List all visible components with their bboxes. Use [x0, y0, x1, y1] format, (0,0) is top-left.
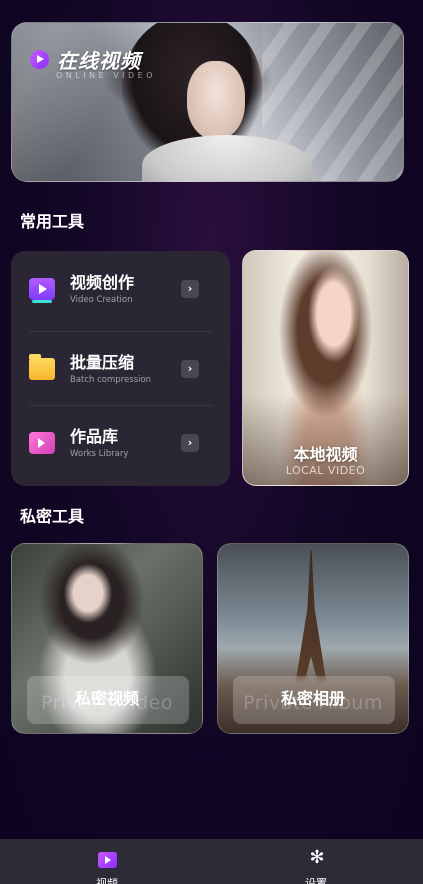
tool-label: 作品库 — [70, 427, 119, 446]
nav-label: 设置 — [305, 877, 327, 884]
folder-icon — [29, 354, 55, 380]
tool-label: 视频创作 — [70, 273, 135, 292]
private-video-title: 私密视频 — [74, 689, 139, 708]
private-album-card[interactable]: Private Album 私密相册 — [217, 543, 409, 734]
bottom-nav: 视频 ✻ 设置 — [0, 839, 423, 884]
tool-sublabel: Works Library — [70, 449, 129, 459]
chevron-right-icon[interactable]: › — [181, 434, 199, 452]
chevron-right-icon[interactable]: › — [181, 280, 199, 298]
play-icon — [30, 50, 49, 69]
common-tools-title: 常用工具 — [20, 212, 85, 231]
video-icon — [98, 852, 117, 868]
tool-video-creation[interactable]: 视频创作 Video Creation › — [11, 251, 230, 327]
private-video-card[interactable]: Private Video 私密视频 — [11, 543, 203, 734]
tool-text: 批量压缩 Batch compression — [70, 353, 151, 385]
tool-works-library[interactable]: 作品库 Works Library › — [11, 405, 230, 481]
works-library-icon — [29, 432, 55, 454]
online-video-banner[interactable]: 在线视频 ONLINE VIDEO — [11, 22, 404, 182]
tool-sublabel: Video Creation — [70, 295, 133, 305]
banner-subtitle: ONLINE VIDEO — [56, 71, 157, 80]
private-album-title: 私密相册 — [280, 689, 345, 708]
tool-label: 批量压缩 — [70, 353, 135, 372]
local-video-card[interactable]: 本地视频 LOCAL VIDEO — [242, 250, 409, 486]
banner-logo: 在线视频 — [30, 45, 141, 74]
tool-text: 作品库 Works Library — [70, 427, 128, 459]
banner-title: 在线视频 — [57, 49, 141, 73]
eiffel-tower-image — [296, 550, 326, 680]
tool-sublabel: Batch compression — [70, 375, 152, 385]
local-video-subtitle: LOCAL VIDEO — [285, 464, 366, 477]
banner-photo-face — [187, 61, 245, 139]
chevron-right-icon[interactable]: › — [181, 360, 199, 378]
tool-text: 视频创作 Video Creation — [70, 273, 134, 305]
tool-batch-compression[interactable]: 批量压缩 Batch compression › — [11, 331, 230, 407]
private-tools-title: 私密工具 — [20, 507, 85, 526]
nav-label: 视频 — [96, 877, 118, 884]
gear-icon: ✻ — [309, 847, 325, 868]
local-video-title: 本地视频 — [293, 445, 358, 464]
tools-card: 视频创作 Video Creation › 批量压缩 Batch compres… — [11, 251, 230, 486]
video-creation-icon — [29, 278, 55, 303]
